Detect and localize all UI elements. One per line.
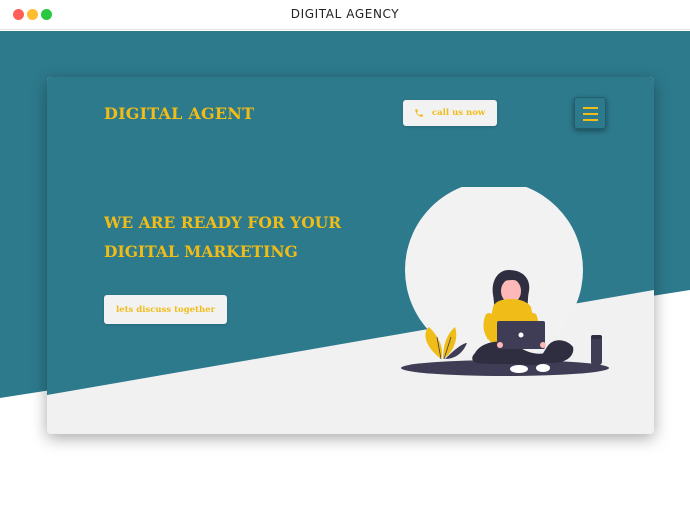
call-us-label: call us now (432, 108, 486, 118)
hero-headline: WE ARE READY FOR YOUR DIGITAL MARKETING (104, 208, 341, 266)
landing-card: DIGITAL AGENT call us now WE ARE READY F… (47, 77, 654, 434)
hamburger-menu-icon (583, 107, 598, 109)
hamburger-menu-icon (583, 113, 598, 115)
discuss-together-button[interactable]: lets discuss together (104, 295, 227, 324)
hero-headline-line-1: WE ARE READY FOR YOUR (104, 213, 342, 232)
hamburger-menu-icon (583, 119, 598, 121)
window-title: DIGITAL AGENCY (290, 7, 400, 21)
call-us-button[interactable]: call us now (403, 100, 497, 126)
window-titlebar: DIGITAL AGENCY (0, 0, 690, 30)
phone-icon (415, 109, 423, 117)
speaker-icon (591, 335, 602, 365)
woman-with-laptop-illustration (401, 187, 609, 376)
menu-button[interactable] (574, 97, 606, 129)
hero-headline-line-2: DIGITAL MARKETING (104, 242, 298, 261)
brand-logo[interactable]: DIGITAL AGENT (104, 104, 254, 123)
